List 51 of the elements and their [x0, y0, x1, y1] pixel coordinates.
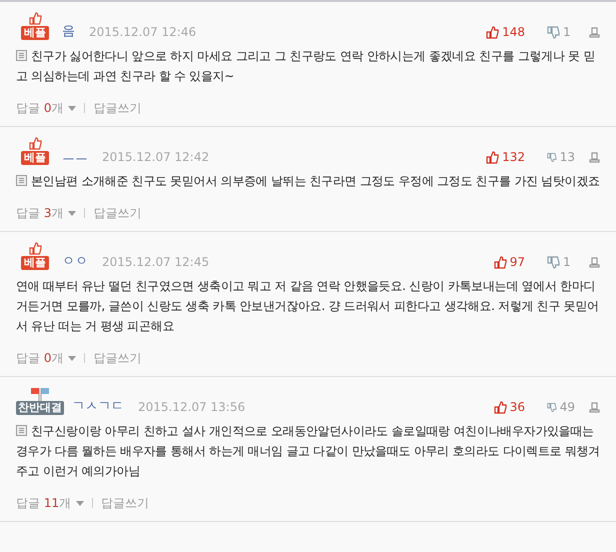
thumbs-up-icon [486, 26, 500, 38]
like-button[interactable]: 36 [494, 399, 525, 415]
best-comment-badge: 베플 [21, 26, 49, 40]
comment-time: 2015.12.07 12:45 [102, 254, 210, 270]
comment-time: 2015.12.07 12:42 [102, 149, 210, 165]
author-name[interactable]: 음 [62, 24, 75, 40]
like-button[interactable]: 148 [486, 24, 525, 40]
dislike-button[interactable]: 49 [547, 399, 575, 415]
caret-icon [68, 356, 76, 360]
thumbs-up-icon [28, 242, 42, 255]
report-icon[interactable] [589, 152, 600, 163]
write-reply-link[interactable]: 답글쓰기 [93, 100, 142, 116]
dislike-button[interactable]: 1 [547, 254, 575, 270]
thumbs-up-icon [486, 150, 500, 164]
comment-text: 친구신랑이랑 아무리 친하고 설사 개인적으로 오래동안알던사이라도 솔로일때랑 여친이나배우자가있을때는 경우가 다름 뭘하든 배우자를 통해서 하는게 매너임 글고 다같이 만났을때도 아무리 호의라도 다이렉트로 뭐챙겨주고 이런거 예의가아님 [16, 423, 600, 480]
best-comment-badge: 베플 [21, 256, 49, 270]
caret-icon [76, 500, 84, 506]
thumbs-down-icon [547, 150, 557, 164]
dislike-button[interactable]: 13 [547, 149, 575, 165]
write-reply-link[interactable]: 답글쓰기 [101, 495, 150, 511]
like-button[interactable]: 132 [486, 149, 525, 165]
thumbs-down-icon [547, 400, 557, 414]
write-reply-link[interactable]: 답글쓰기 [93, 205, 142, 221]
comment-time: 2015.12.07 12:46 [89, 24, 196, 40]
replies-toggle[interactable]: 답글 3개 [16, 205, 76, 221]
replies-toggle[interactable]: 답글 11개 [16, 495, 84, 511]
write-reply-link[interactable]: 답글쓰기 [93, 350, 142, 366]
author-name[interactable]: ㅇㅇ [62, 254, 88, 270]
thumbs-up-icon [494, 400, 507, 414]
caret-icon [68, 210, 76, 216]
debate-badge: 찬반대결 [16, 401, 64, 415]
comment-text: 연애 때부터 유난 떨던 친구였으면 생축이고 뭐고 저 같음 연락 안했을듯요. 신랑이 카톡보내는데 옆에서 한마디 거든거면 모를까, 글쓴이 신랑도 생축 카톡 안보낸거잖아요. 걍 드러워서 피한다고 생각해요. 저렇게 친구 못믿어서 유난 떠는 거 평생 피곤해요 [16, 278, 600, 335]
report-icon[interactable] [589, 257, 600, 268]
comment-text: 친구가 싫어한다니 앞으로 하지 마세요 그리고 그 친구랑도 연락 안하시는게 좋겠네요 친구를 그렇게나 못 믿고 의심하는데 과연 친구라 할 수 있을지~ [16, 48, 596, 85]
thumbs-down-icon [547, 26, 560, 38]
comment-text: 본인남편 소개해준 친구도 못믿어서 의부증에 날뛰는 친구라면 그정도 우정에 그정도 친구를 가진 넘탓이겠죠 [16, 171, 600, 191]
report-icon[interactable] [589, 402, 600, 413]
like-button[interactable]: 97 [494, 254, 525, 270]
best-comment-badge: 베플 [21, 151, 49, 165]
thumbs-down-icon [547, 256, 560, 268]
dislike-button[interactable]: 1 [547, 24, 575, 40]
caret-icon [68, 106, 76, 110]
author-name[interactable]: ㄱㅅㄱㄷ [72, 399, 124, 415]
thumbs-up-icon [28, 137, 42, 150]
author-name[interactable]: ㅡㅡ [62, 149, 88, 165]
report-icon[interactable] [589, 27, 600, 38]
thumbs-up-icon [494, 256, 507, 268]
replies-toggle[interactable]: 답글 0개 [16, 100, 76, 116]
replies-toggle[interactable]: 답글 0개 [16, 350, 76, 366]
comment-time: 2015.12.07 13:56 [138, 399, 246, 415]
thumbs-up-icon [28, 12, 42, 25]
